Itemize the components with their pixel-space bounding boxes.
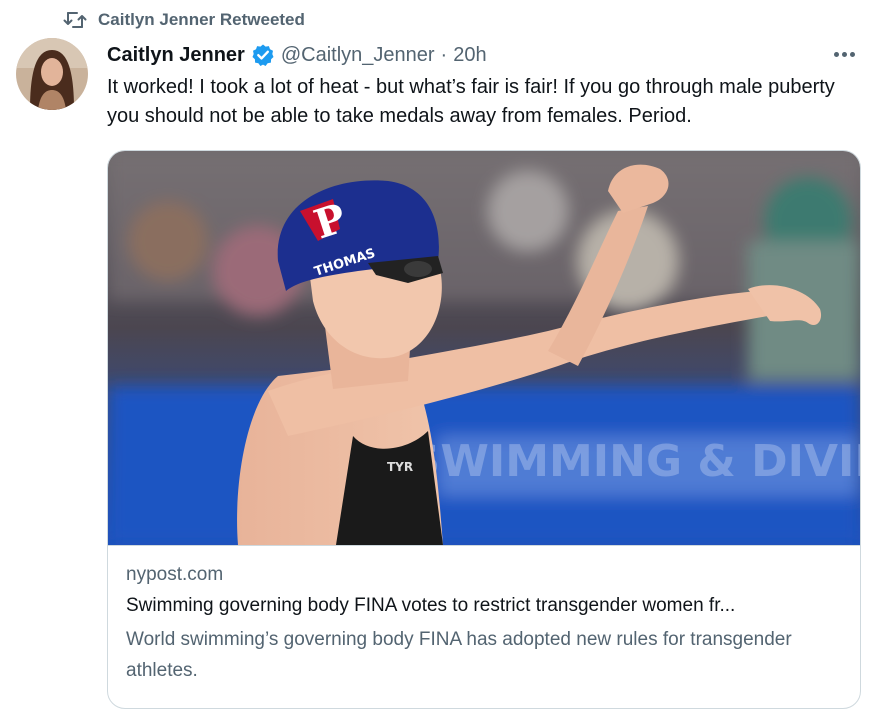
- card-image[interactable]: SWIMMING & DIVING TYR P THOMAS: [108, 151, 860, 545]
- card-description: World swimming’s governing body FINA has…: [126, 629, 792, 681]
- more-dot: [841, 51, 847, 57]
- separator-dot: ·: [440, 43, 448, 66]
- retweet-icon: [62, 8, 88, 32]
- card-title[interactable]: Swimming governing body FINA votes to re…: [126, 595, 846, 617]
- suit-logo: TYR: [387, 460, 413, 474]
- user-handle[interactable]: @Caitlyn_Jenner: [281, 44, 435, 67]
- avatar[interactable]: [16, 38, 88, 110]
- banner-text: SWIMMING & DIVING: [409, 436, 860, 487]
- retweet-label[interactable]: Caitlyn Jenner Retweeted: [98, 10, 305, 30]
- more-options-icon[interactable]: [826, 42, 862, 66]
- verified-badge-icon[interactable]: [251, 43, 275, 67]
- retweet-context[interactable]: Caitlyn Jenner Retweeted: [62, 8, 305, 32]
- more-dot: [849, 51, 855, 57]
- link-card[interactable]: SWIMMING & DIVING TYR P THOMAS: [107, 150, 861, 709]
- display-name[interactable]: Caitlyn Jenner: [107, 44, 245, 67]
- card-domain: nypost.com: [126, 564, 224, 585]
- tweet-header: Caitlyn Jenner @Caitlyn_Jenner · 20h: [107, 40, 867, 70]
- tweet-timestamp[interactable]: 20h: [453, 44, 486, 67]
- more-dot: [833, 51, 839, 57]
- tweet-text: It worked! I took a lot of heat - but wh…: [107, 76, 835, 127]
- card-body[interactable]: nypost.com Swimming governing body FINA …: [108, 545, 860, 708]
